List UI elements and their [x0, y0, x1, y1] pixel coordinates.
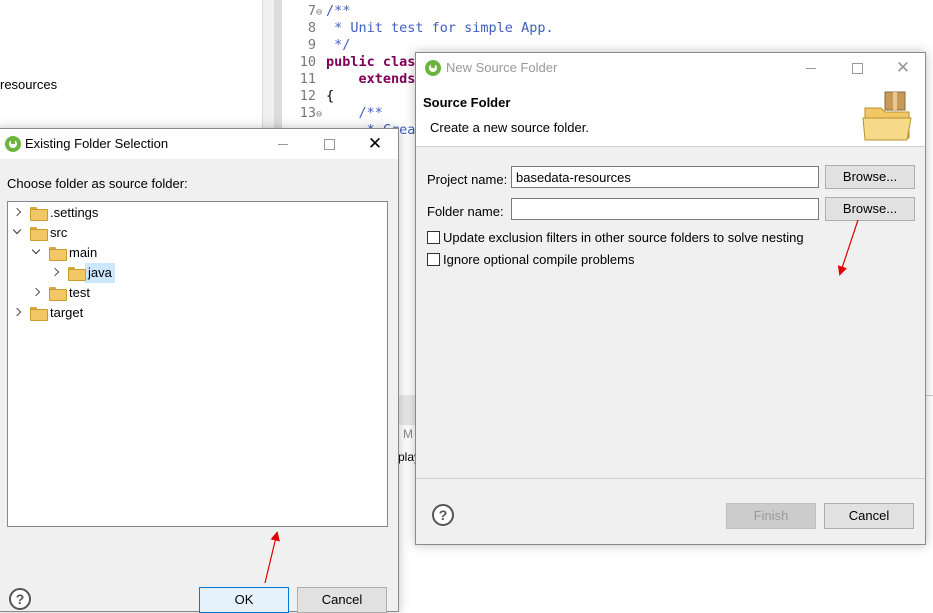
editor-line: 13⊖ /** [282, 105, 383, 122]
update-exclusion-label: Update exclusion filters in other source… [443, 230, 804, 245]
project-browse-button[interactable]: Browse... [825, 165, 915, 189]
tree-item-label: main [69, 245, 98, 260]
tree-item-main[interactable]: main [31, 243, 97, 263]
editor-line: 11 extends [282, 71, 416, 88]
dialog-titlebar[interactable]: New Source Folder ✕ [416, 53, 925, 83]
code-text: /** [326, 3, 351, 19]
spring-icon [425, 60, 441, 76]
ok-button[interactable]: OK [199, 587, 289, 613]
line-number: 12 [299, 88, 316, 104]
editor-line: 8 * Unit test for simple App. [282, 20, 554, 37]
folder-name-input[interactable] [511, 198, 819, 220]
tree-item-java[interactable]: java [50, 263, 115, 283]
editor-line: 9 */ [282, 37, 351, 54]
choose-folder-prompt: Choose folder as source folder: [7, 176, 188, 191]
folder-tree[interactable]: .settings src main java test target [7, 201, 388, 527]
folder-icon [30, 306, 48, 321]
folder-browse-button[interactable]: Browse... [825, 197, 915, 221]
project-name-label: Project name: [427, 172, 508, 187]
minimize-icon[interactable] [788, 53, 834, 83]
code-text: */ [326, 37, 351, 53]
folder-icon [30, 206, 48, 221]
folder-icon [49, 286, 67, 301]
help-icon[interactable]: ? [9, 588, 31, 610]
close-icon[interactable]: ✕ [352, 129, 398, 159]
spring-icon [5, 136, 21, 152]
cancel-button[interactable]: Cancel [824, 503, 914, 529]
chevron-right-icon[interactable] [12, 303, 24, 323]
maximize-icon[interactable] [306, 129, 352, 159]
line-number: 11 [299, 71, 316, 87]
tree-item-target[interactable]: target [12, 303, 83, 323]
folder-package-icon [862, 91, 912, 141]
dialog-titlebar[interactable]: Existing Folder Selection ✕ [0, 129, 398, 159]
code-text: * Unit test for simple App. [326, 20, 554, 36]
open-folder-icon [30, 226, 48, 241]
line-number: 13 [299, 105, 316, 121]
wizard-header: Source Folder Create a new source folder… [416, 83, 925, 147]
finish-button[interactable]: Finish [726, 503, 816, 529]
checkbox-box[interactable] [427, 231, 440, 244]
line-number: 10 [299, 54, 316, 70]
update-exclusion-checkbox[interactable]: Update exclusion filters in other source… [427, 230, 804, 245]
code-text: public clas [326, 54, 416, 70]
tree-item-label: test [69, 285, 90, 300]
code-text: { [326, 88, 335, 104]
cancel-button[interactable]: Cancel [297, 587, 387, 613]
folder-name-label: Folder name: [427, 204, 504, 219]
dialog-title: Existing Folder Selection [25, 136, 169, 151]
tree-item-test[interactable]: test [31, 283, 90, 303]
minimize-icon[interactable] [260, 129, 306, 159]
close-icon[interactable]: ✕ [880, 53, 926, 83]
editor-line: 10 public clas [282, 54, 416, 71]
wizard-heading: Source Folder [423, 95, 511, 110]
wizard-description: Create a new source folder. [430, 120, 589, 135]
line-number: 7 [307, 3, 316, 19]
ignore-compile-label: Ignore optional compile problems [443, 252, 635, 267]
fold-icon[interactable]: ⊖ [316, 4, 326, 21]
tree-item-src[interactable]: src [12, 223, 67, 243]
code-text: /** [326, 105, 383, 121]
editor-line: 12 { [282, 88, 334, 105]
tree-item-label: .settings [50, 205, 99, 220]
chevron-right-icon[interactable] [50, 263, 62, 283]
line-number: 8 [307, 20, 316, 36]
existing-folder-selection-dialog: Existing Folder Selection ✕ Choose folde… [0, 128, 399, 613]
ignore-compile-checkbox[interactable]: Ignore optional compile problems [427, 252, 635, 267]
explorer-item-resources[interactable]: resources [0, 77, 57, 92]
folder-icon [68, 266, 86, 281]
code-text: extends [326, 71, 416, 87]
button-bar-separator [416, 478, 925, 479]
tree-item-label: src [50, 225, 68, 240]
open-folder-icon [49, 246, 67, 261]
new-source-folder-dialog: New Source Folder ✕ Source Folder Create… [415, 52, 926, 545]
fold-icon[interactable]: ⊖ [316, 106, 326, 123]
tree-item-label: target [50, 305, 84, 320]
line-number: 9 [307, 37, 316, 53]
tree-item-settings[interactable]: .settings [12, 203, 98, 223]
dialog-title: New Source Folder [446, 60, 558, 75]
chevron-down-icon[interactable] [31, 243, 43, 263]
bottom-tab-fragment[interactable]: M [403, 427, 413, 441]
project-name-input[interactable] [511, 166, 819, 188]
chevron-down-icon[interactable] [12, 223, 24, 243]
package-explorer: resources [0, 0, 262, 130]
help-icon[interactable]: ? [432, 504, 454, 526]
maximize-icon[interactable] [834, 53, 880, 83]
chevron-right-icon[interactable] [12, 203, 24, 223]
tree-item-label: java [85, 263, 115, 283]
editor-line: 7⊖/** [282, 3, 351, 21]
checkbox-box[interactable] [427, 253, 440, 266]
chevron-right-icon[interactable] [31, 283, 43, 303]
